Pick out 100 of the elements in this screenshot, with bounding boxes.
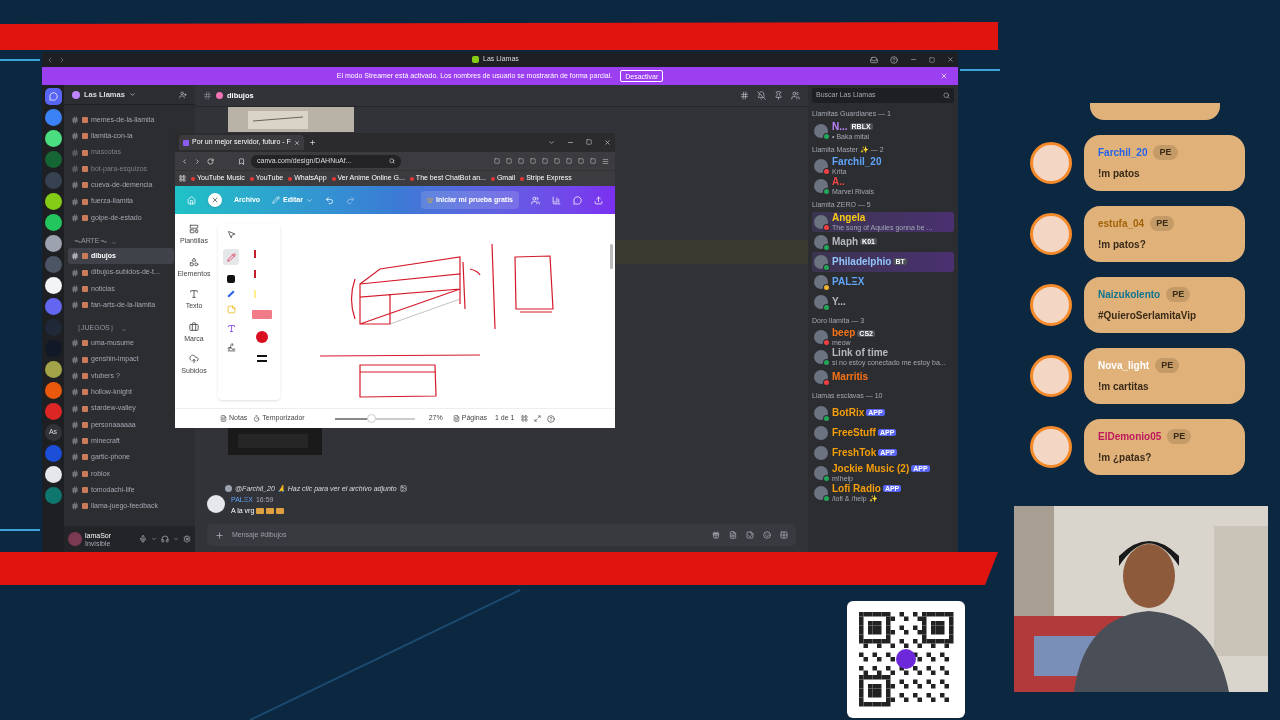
chat-message: #QuieroSerlamitaVip	[1098, 309, 1198, 324]
reload-icon[interactable]	[207, 157, 214, 165]
server-avatar[interactable]	[44, 361, 62, 378]
chart-icon[interactable]	[552, 195, 561, 205]
new-tab-icon[interactable]	[308, 139, 316, 146]
member-name: FreshTok	[832, 447, 877, 458]
member-avatar	[814, 485, 828, 500]
apps-icon[interactable]	[780, 531, 788, 539]
chat-username: Nova_light	[1098, 359, 1150, 373]
chat-message: !m cartitas	[1098, 380, 1150, 395]
hash-icon	[71, 284, 79, 293]
member-avatar	[814, 274, 828, 289]
member-item[interactable]: Y...	[812, 291, 954, 312]
back-icon[interactable]	[181, 157, 188, 165]
zoom-slider[interactable]	[334, 417, 415, 420]
chat-message: !m ¿patas?	[1098, 451, 1153, 466]
chevron-icon[interactable]	[173, 536, 179, 542]
share-people-icon[interactable]	[531, 195, 540, 205]
close-icon[interactable]	[947, 56, 954, 63]
server-avatar[interactable]	[44, 214, 62, 231]
signature-icon[interactable]	[226, 343, 236, 352]
member-avatar	[814, 214, 828, 229]
server-avatar[interactable]	[44, 130, 62, 147]
gift-icon[interactable]	[712, 531, 720, 539]
forward-icon[interactable]	[194, 157, 201, 165]
pages-icon	[452, 415, 460, 422]
image-icon	[399, 485, 407, 493]
member-avatar	[814, 294, 828, 309]
settings-icon[interactable]	[183, 535, 191, 543]
hash-icon	[71, 404, 79, 413]
back-icon[interactable]	[46, 55, 54, 64]
member-name: BotRix	[832, 407, 865, 418]
server-avatar[interactable]	[44, 235, 62, 252]
chevron-icon[interactable]	[548, 139, 555, 146]
inbox-icon[interactable]	[870, 55, 878, 64]
hash-icon	[71, 420, 79, 429]
member-avatar	[814, 123, 828, 138]
text-icon[interactable]	[226, 324, 236, 333]
undo-icon[interactable]	[324, 195, 334, 205]
member-avatar	[814, 370, 828, 384]
server-avatar[interactable]	[44, 193, 62, 210]
zoom-icon	[389, 158, 395, 164]
country-badge: PE	[1150, 215, 1175, 232]
comment-icon[interactable]	[573, 195, 582, 205]
headphones-icon[interactable]	[161, 535, 169, 543]
chat-username: estufa_04	[1098, 217, 1145, 231]
pencil-icon	[272, 196, 281, 204]
minimize-icon[interactable]	[567, 139, 574, 146]
server-avatar[interactable]	[44, 466, 62, 483]
close-icon[interactable]	[293, 139, 300, 146]
maximize-icon[interactable]	[586, 139, 592, 145]
chat-avatar	[1030, 213, 1072, 255]
apps-icon[interactable]	[179, 175, 186, 182]
chevron-icon[interactable]	[151, 536, 157, 542]
member-item[interactable]: PALΞX	[812, 271, 954, 292]
members-icon[interactable]	[791, 91, 800, 100]
member-avatar	[814, 179, 828, 193]
pointer-icon[interactable]	[226, 230, 236, 239]
bookmark-icon[interactable]	[238, 157, 245, 165]
upload-icon[interactable]	[594, 195, 603, 205]
member-name: Lofi Radio	[832, 483, 881, 494]
maximize-icon[interactable]	[929, 56, 935, 63]
hash-icon	[71, 437, 79, 446]
plus-icon[interactable]	[215, 530, 224, 540]
chat-message: !m patos	[1098, 167, 1141, 182]
threads-icon[interactable]	[740, 91, 749, 100]
sticker-icon[interactable]	[746, 531, 754, 539]
color-swatch[interactable]	[256, 331, 268, 343]
grid-view-icon[interactable]	[520, 415, 528, 422]
hash-icon	[71, 301, 79, 310]
member-avatar	[814, 234, 828, 249]
member-avatar	[814, 425, 828, 440]
mute-icon[interactable]	[757, 91, 766, 100]
forward-icon[interactable]	[58, 55, 66, 64]
help-icon[interactable]	[546, 414, 555, 423]
shapes-icon[interactable]	[227, 275, 235, 283]
member-name: PALΞX	[832, 276, 865, 287]
hash-icon	[203, 91, 212, 100]
crown-icon	[426, 197, 433, 203]
country-badge: PE	[1153, 144, 1178, 161]
server-avatar[interactable]	[44, 277, 62, 294]
slider-thumb	[366, 413, 376, 423]
reply-avatar	[225, 485, 232, 493]
chat-avatar	[1030, 355, 1072, 397]
help-icon[interactable]	[890, 55, 898, 64]
minimize-icon[interactable]	[910, 56, 917, 63]
invite-icon[interactable]	[179, 90, 187, 99]
member-item[interactable]: Marritis	[812, 367, 954, 387]
pin-icon[interactable]	[774, 91, 783, 100]
member-name: Angela	[832, 212, 866, 223]
member-avatar	[814, 254, 828, 269]
menu-icon[interactable]	[602, 157, 609, 165]
chat-username: Naizukolento	[1098, 288, 1161, 302]
close-icon[interactable]	[604, 139, 611, 146]
microphone-icon[interactable]	[139, 535, 147, 543]
fullscreen-icon[interactable]	[533, 415, 541, 422]
close-icon[interactable]	[208, 193, 222, 207]
pen-tool[interactable]	[223, 249, 239, 265]
stroke-width-icon[interactable]	[257, 355, 267, 362]
home-button[interactable]	[44, 88, 62, 105]
